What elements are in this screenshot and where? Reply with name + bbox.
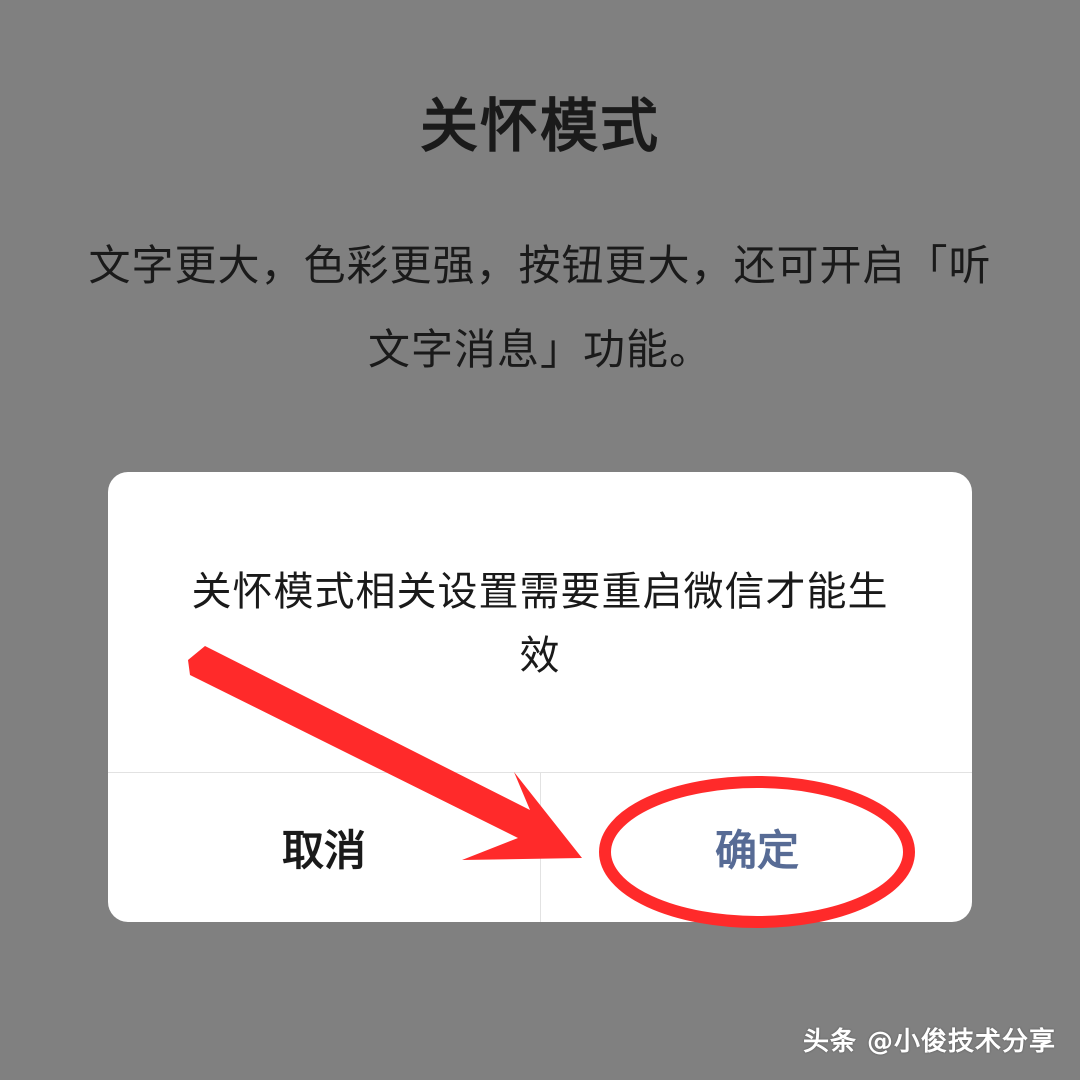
page-description: 文字更大，色彩更强，按钮更大，还可开启「听文字消息」功能。 bbox=[88, 241, 992, 374]
page-title: 关怀模式 bbox=[419, 92, 660, 160]
cancel-button[interactable]: 取消 bbox=[108, 773, 540, 922]
dialog-message: 关怀模式相关设置需要重启微信才能生效 bbox=[191, 569, 889, 679]
watermark: 头条 @小俊技术分享 bbox=[802, 1027, 1056, 1057]
confirm-button[interactable]: 确定 bbox=[541, 773, 972, 922]
restart-confirm-dialog: 关怀模式相关设置需要重启微信才能生效 取消 确定 bbox=[108, 472, 972, 922]
